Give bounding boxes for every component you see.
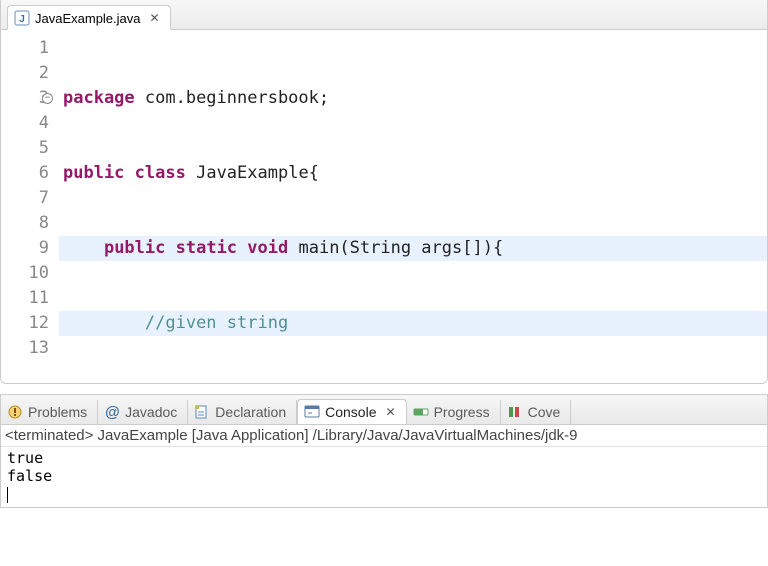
tab-progress[interactable]: Progress — [407, 400, 501, 424]
line-number: 11 — [29, 288, 49, 308]
line-number-gutter: 1 2 3− 4 5 6 7 8 9 10 11 12 13 — [1, 36, 59, 383]
bottom-pane: Problems @ Javadoc Declaration Console ✕… — [0, 394, 768, 508]
tab-console[interactable]: Console ✕ — [297, 399, 406, 425]
code-comment: //given string — [145, 313, 288, 333]
line-number: 5 — [39, 138, 49, 158]
tab-problems[interactable]: Problems — [1, 400, 98, 424]
text-cursor — [7, 487, 8, 503]
line-number: 9 — [39, 238, 49, 258]
line-number: 1 — [39, 38, 49, 58]
code-area[interactable]: 1 2 3− 4 5 6 7 8 9 10 11 12 13 package c… — [1, 30, 767, 383]
console-line: false — [7, 467, 761, 485]
line-number: 10 — [29, 263, 49, 283]
code-token: JavaExample{ — [186, 163, 319, 183]
code-token: void — [247, 238, 288, 258]
java-file-icon: J — [14, 10, 30, 26]
line-number: 7 — [39, 188, 49, 208]
declaration-icon — [194, 404, 210, 420]
fold-toggle-icon[interactable]: − — [42, 93, 53, 104]
tab-label: Javadoc — [125, 404, 177, 420]
console-cursor-line — [7, 485, 761, 503]
close-icon[interactable]: ✕ — [150, 11, 160, 25]
tab-label: Console — [325, 404, 376, 420]
code-token: public — [63, 163, 124, 183]
line-number: 4 — [39, 113, 49, 133]
code-lines[interactable]: package com.beginnersbook; public class … — [59, 36, 767, 383]
bottom-tab-bar: Problems @ Javadoc Declaration Console ✕… — [1, 395, 767, 425]
tab-label: Progress — [434, 404, 490, 420]
tab-label: Cove — [528, 404, 561, 420]
editor-tab-javaexample[interactable]: J JavaExample.java ✕ — [7, 5, 171, 30]
line-number: 2 — [39, 63, 49, 83]
editor-tab-bar: J JavaExample.java ✕ — [1, 0, 767, 30]
code-token: main(String args[]){ — [288, 238, 503, 258]
console-line: true — [7, 449, 761, 467]
tab-declaration[interactable]: Declaration — [188, 400, 297, 424]
console-status: <terminated> JavaExample [Java Applicati… — [1, 425, 767, 447]
code-token: package — [63, 88, 135, 108]
line-number: 6 — [39, 163, 49, 183]
console-icon — [304, 404, 320, 420]
problems-icon — [7, 404, 23, 420]
code-token: public — [104, 238, 165, 258]
javadoc-icon: @ — [104, 404, 120, 420]
progress-icon — [413, 404, 429, 420]
code-token: com.beginnersbook; — [135, 88, 329, 108]
line-number: 12 — [29, 313, 49, 333]
coverage-icon — [507, 404, 523, 420]
svg-text:J: J — [19, 14, 25, 25]
tab-label: Declaration — [215, 404, 286, 420]
line-number: 13 — [29, 338, 49, 358]
code-token: class — [135, 163, 186, 183]
tab-javadoc[interactable]: @ Javadoc — [98, 400, 188, 424]
line-number: 8 — [39, 213, 49, 233]
code-token: static — [176, 238, 237, 258]
tab-coverage[interactable]: Cove — [501, 400, 572, 424]
close-icon[interactable]: ✕ — [386, 405, 396, 419]
editor-pane: J JavaExample.java ✕ 1 2 3− 4 5 6 7 8 9 … — [0, 0, 768, 384]
tab-label: Problems — [28, 404, 87, 420]
editor-tab-label: JavaExample.java — [35, 11, 141, 26]
console-output[interactable]: true false — [1, 447, 767, 507]
